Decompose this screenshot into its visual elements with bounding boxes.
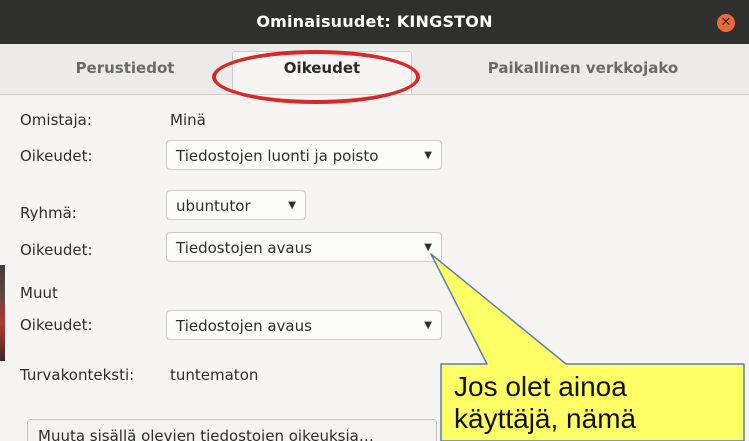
tab-paikallinen-verkkojako[interactable]: Paikallinen verkkojako <box>448 52 718 84</box>
close-icon[interactable]: ✕ <box>717 14 735 32</box>
others-heading: Muut <box>20 284 58 302</box>
group-label: Ryhmä: <box>20 204 77 222</box>
security-context-label: Turvakonteksti: <box>20 366 135 384</box>
chevron-down-icon: ▼ <box>424 242 432 253</box>
chevron-down-icon: ▼ <box>288 200 296 211</box>
callout-line-1: Jos olet ainoa <box>454 371 627 402</box>
owner-access-dropdown[interactable]: Tiedostojen luonti ja poisto ▼ <box>166 140 442 170</box>
window-title: Ominaisuudet: KINGSTON <box>256 12 493 31</box>
change-enclosed-permissions-button[interactable]: Muuta sisällä olevien tiedostojen oikeuk… <box>27 419 437 441</box>
callout-line-2: käyttäjä, nämä <box>454 403 637 434</box>
owner-access-label: Oikeudet: <box>20 147 93 165</box>
group-access-value: Tiedostojen avaus <box>176 239 312 257</box>
others-access-dropdown[interactable]: Tiedostojen avaus ▼ <box>166 310 442 340</box>
others-access-label: Oikeudet: <box>20 316 93 334</box>
properties-dialog: Ominaisuudet: KINGSTON ✕ Perustiedot Oik… <box>0 0 749 441</box>
chevron-down-icon: ▼ <box>424 320 432 331</box>
others-access-value: Tiedostojen avaus <box>176 317 312 335</box>
owner-value: Minä <box>170 111 206 129</box>
tab-oikeudet[interactable]: Oikeudet <box>232 51 412 94</box>
group-value: ubuntutor <box>176 197 251 215</box>
owner-access-value: Tiedostojen luonti ja poisto <box>176 147 379 165</box>
group-access-dropdown[interactable]: Tiedostojen avaus ▼ <box>166 232 442 262</box>
owner-label: Omistaja: <box>20 111 92 129</box>
background-window-edge <box>0 265 5 361</box>
group-dropdown[interactable]: ubuntutor ▼ <box>166 190 306 220</box>
security-context-value: tuntematon <box>170 366 259 384</box>
tab-perustiedot[interactable]: Perustiedot <box>30 52 220 84</box>
tab-bar: Perustiedot Oikeudet Paikallinen verkkoj… <box>0 44 749 95</box>
group-access-label: Oikeudet: <box>20 241 93 259</box>
callout-text: Jos olet ainoa käyttäjä, nämä <box>454 371 744 435</box>
chevron-down-icon: ▼ <box>424 150 432 161</box>
title-bar[interactable]: Ominaisuudet: KINGSTON ✕ <box>0 0 749 44</box>
